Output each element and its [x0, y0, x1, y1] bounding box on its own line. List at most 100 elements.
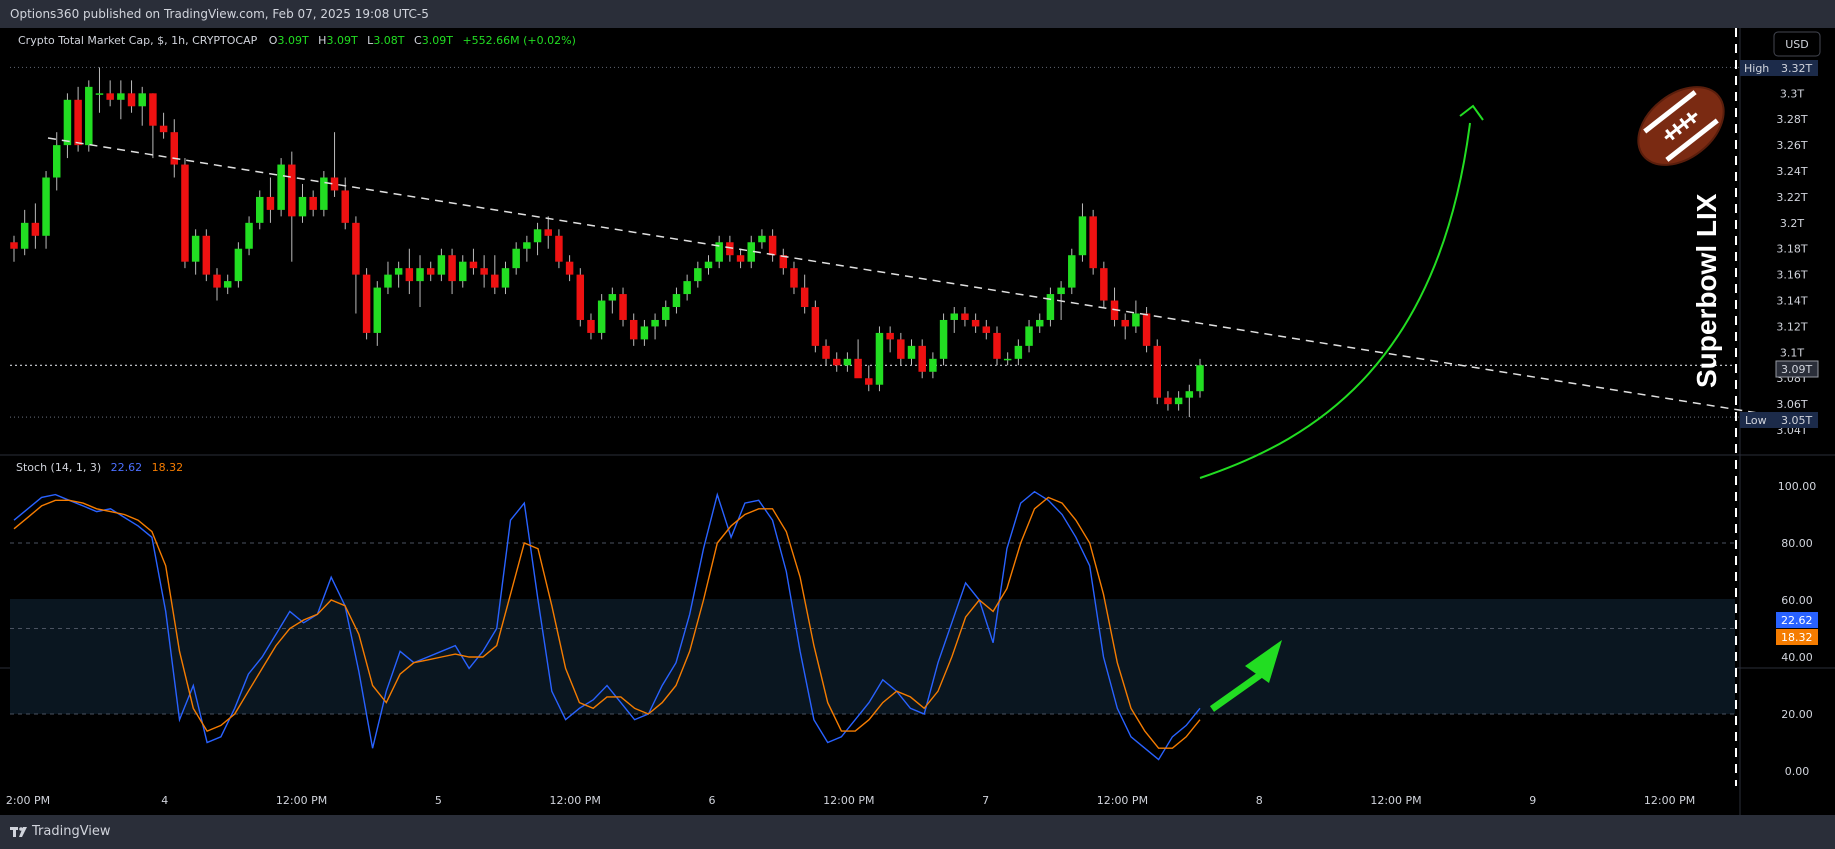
candle — [929, 352, 937, 379]
candle — [683, 274, 691, 301]
time-tick-label: 12:00 PM — [823, 794, 874, 807]
price-tick-label: 3.28T — [1776, 113, 1807, 126]
low-badge-label: Low — [1745, 414, 1767, 427]
time-tick-label: 8 — [1256, 794, 1263, 807]
candle — [256, 190, 264, 230]
candle — [982, 319, 991, 340]
stoch-d-badge: 18.32 — [1776, 629, 1818, 645]
candle — [1110, 287, 1119, 327]
price-axis[interactable]: 3.3T 3.28T 3.26T 3.24T 3.22T 3.2T 3.18T 3.16T 3.… — [1776, 87, 1807, 437]
stoch-k-badge-value: 22.62 — [1781, 614, 1813, 627]
open-label: O — [269, 34, 278, 47]
candle — [854, 339, 862, 379]
candle — [832, 352, 841, 372]
candle — [1046, 287, 1055, 327]
candle — [459, 255, 467, 288]
currency-button-label: USD — [1785, 38, 1809, 51]
candle — [555, 229, 563, 269]
candle — [907, 339, 916, 366]
candle — [993, 326, 1001, 366]
superbowl-annotation[interactable]: Superbowl LIX — [1691, 193, 1722, 388]
candlestick-series — [10, 67, 1204, 418]
published-banner: Options360 published on TradingView.com,… — [0, 0, 1835, 28]
stoch-k-value: 22.62 — [111, 461, 143, 474]
candle — [704, 255, 713, 275]
high-value-legend: 3.09T — [326, 34, 357, 47]
candle — [1132, 300, 1140, 333]
time-axis[interactable]: 2:00 PM 4 12:00 PM 5 12:00 PM 6 12:00 PM 7 12:00… — [6, 794, 1695, 807]
trendline[interactable] — [47, 137, 1771, 416]
candle — [865, 365, 873, 392]
candle — [448, 248, 456, 295]
candle — [394, 261, 403, 288]
candle — [918, 339, 926, 379]
candle — [779, 248, 788, 275]
stoch-tick-label: 60.00 — [1781, 594, 1813, 607]
stoch-legend[interactable]: Stoch (14, 1, 3) 22.62 18.32 — [16, 461, 183, 474]
candle — [245, 216, 253, 256]
candle — [1014, 339, 1023, 366]
current-price-badge: 3.09T — [1775, 360, 1819, 378]
price-tick-label: 3.16T — [1776, 269, 1807, 282]
candle — [266, 177, 275, 223]
candle — [298, 183, 307, 223]
time-tick-label: 7 — [982, 794, 989, 807]
tradingview-logo-icon — [10, 827, 27, 837]
candle — [1068, 248, 1076, 295]
candle — [330, 132, 339, 197]
currency-button[interactable]: USD — [1773, 31, 1821, 57]
candle — [597, 294, 606, 340]
price-tick-label: 3.26T — [1776, 139, 1807, 152]
candle — [694, 261, 702, 288]
current-price-value: 3.09T — [1781, 363, 1812, 376]
candle — [800, 274, 809, 314]
candle — [1035, 313, 1044, 333]
candle — [469, 248, 478, 275]
candle — [875, 326, 884, 392]
time-tick-label: 5 — [435, 794, 442, 807]
candle — [619, 287, 627, 327]
candle — [1185, 384, 1194, 418]
price-tick-label: 3.3T — [1780, 87, 1804, 100]
candle — [95, 67, 104, 113]
candle — [117, 80, 125, 120]
candle — [1164, 391, 1172, 411]
price-tick-label: 3.06T — [1776, 398, 1807, 411]
candle — [20, 209, 29, 256]
candle — [213, 268, 221, 301]
candle — [672, 287, 681, 314]
candle — [52, 132, 61, 191]
change-value: +552.66M (+0.02%) — [462, 34, 575, 47]
chart-area[interactable]: Superbowl LIX Crypto Total Market Cap, $… — [0, 28, 1835, 815]
chart-svg[interactable]: Superbowl LIX Crypto Total Market Cap, $… — [0, 28, 1835, 815]
candle — [288, 151, 296, 262]
candle — [384, 261, 392, 295]
candle — [416, 255, 424, 308]
candle — [961, 307, 969, 327]
candle — [1089, 209, 1097, 275]
candle — [1174, 391, 1183, 411]
time-tick-label: 12:00 PM — [1644, 794, 1695, 807]
candle — [608, 287, 617, 314]
candle — [191, 229, 200, 275]
candle — [106, 80, 114, 107]
candle — [10, 235, 18, 262]
stoch-d-value: 18.32 — [152, 461, 184, 474]
candle — [1153, 339, 1162, 405]
high-badge-value: 3.32T — [1781, 62, 1812, 75]
candle — [426, 261, 435, 282]
candle — [373, 281, 382, 346]
candle — [127, 80, 136, 113]
price-projection-arrow[interactable] — [1199, 122, 1471, 479]
candle — [42, 171, 50, 249]
candle — [1196, 358, 1204, 398]
low-badge: Low 3.05T — [1740, 412, 1818, 428]
time-tick-label: 4 — [161, 794, 168, 807]
time-tick-label: 6 — [709, 794, 716, 807]
candle — [31, 203, 40, 249]
candle — [736, 248, 745, 269]
candle — [223, 274, 232, 295]
candle — [811, 300, 820, 353]
price-tick-label: 3.22T — [1776, 191, 1807, 204]
symbol-legend[interactable]: Crypto Total Market Cap, $, 1h, CRYPTOCA… — [18, 34, 576, 47]
